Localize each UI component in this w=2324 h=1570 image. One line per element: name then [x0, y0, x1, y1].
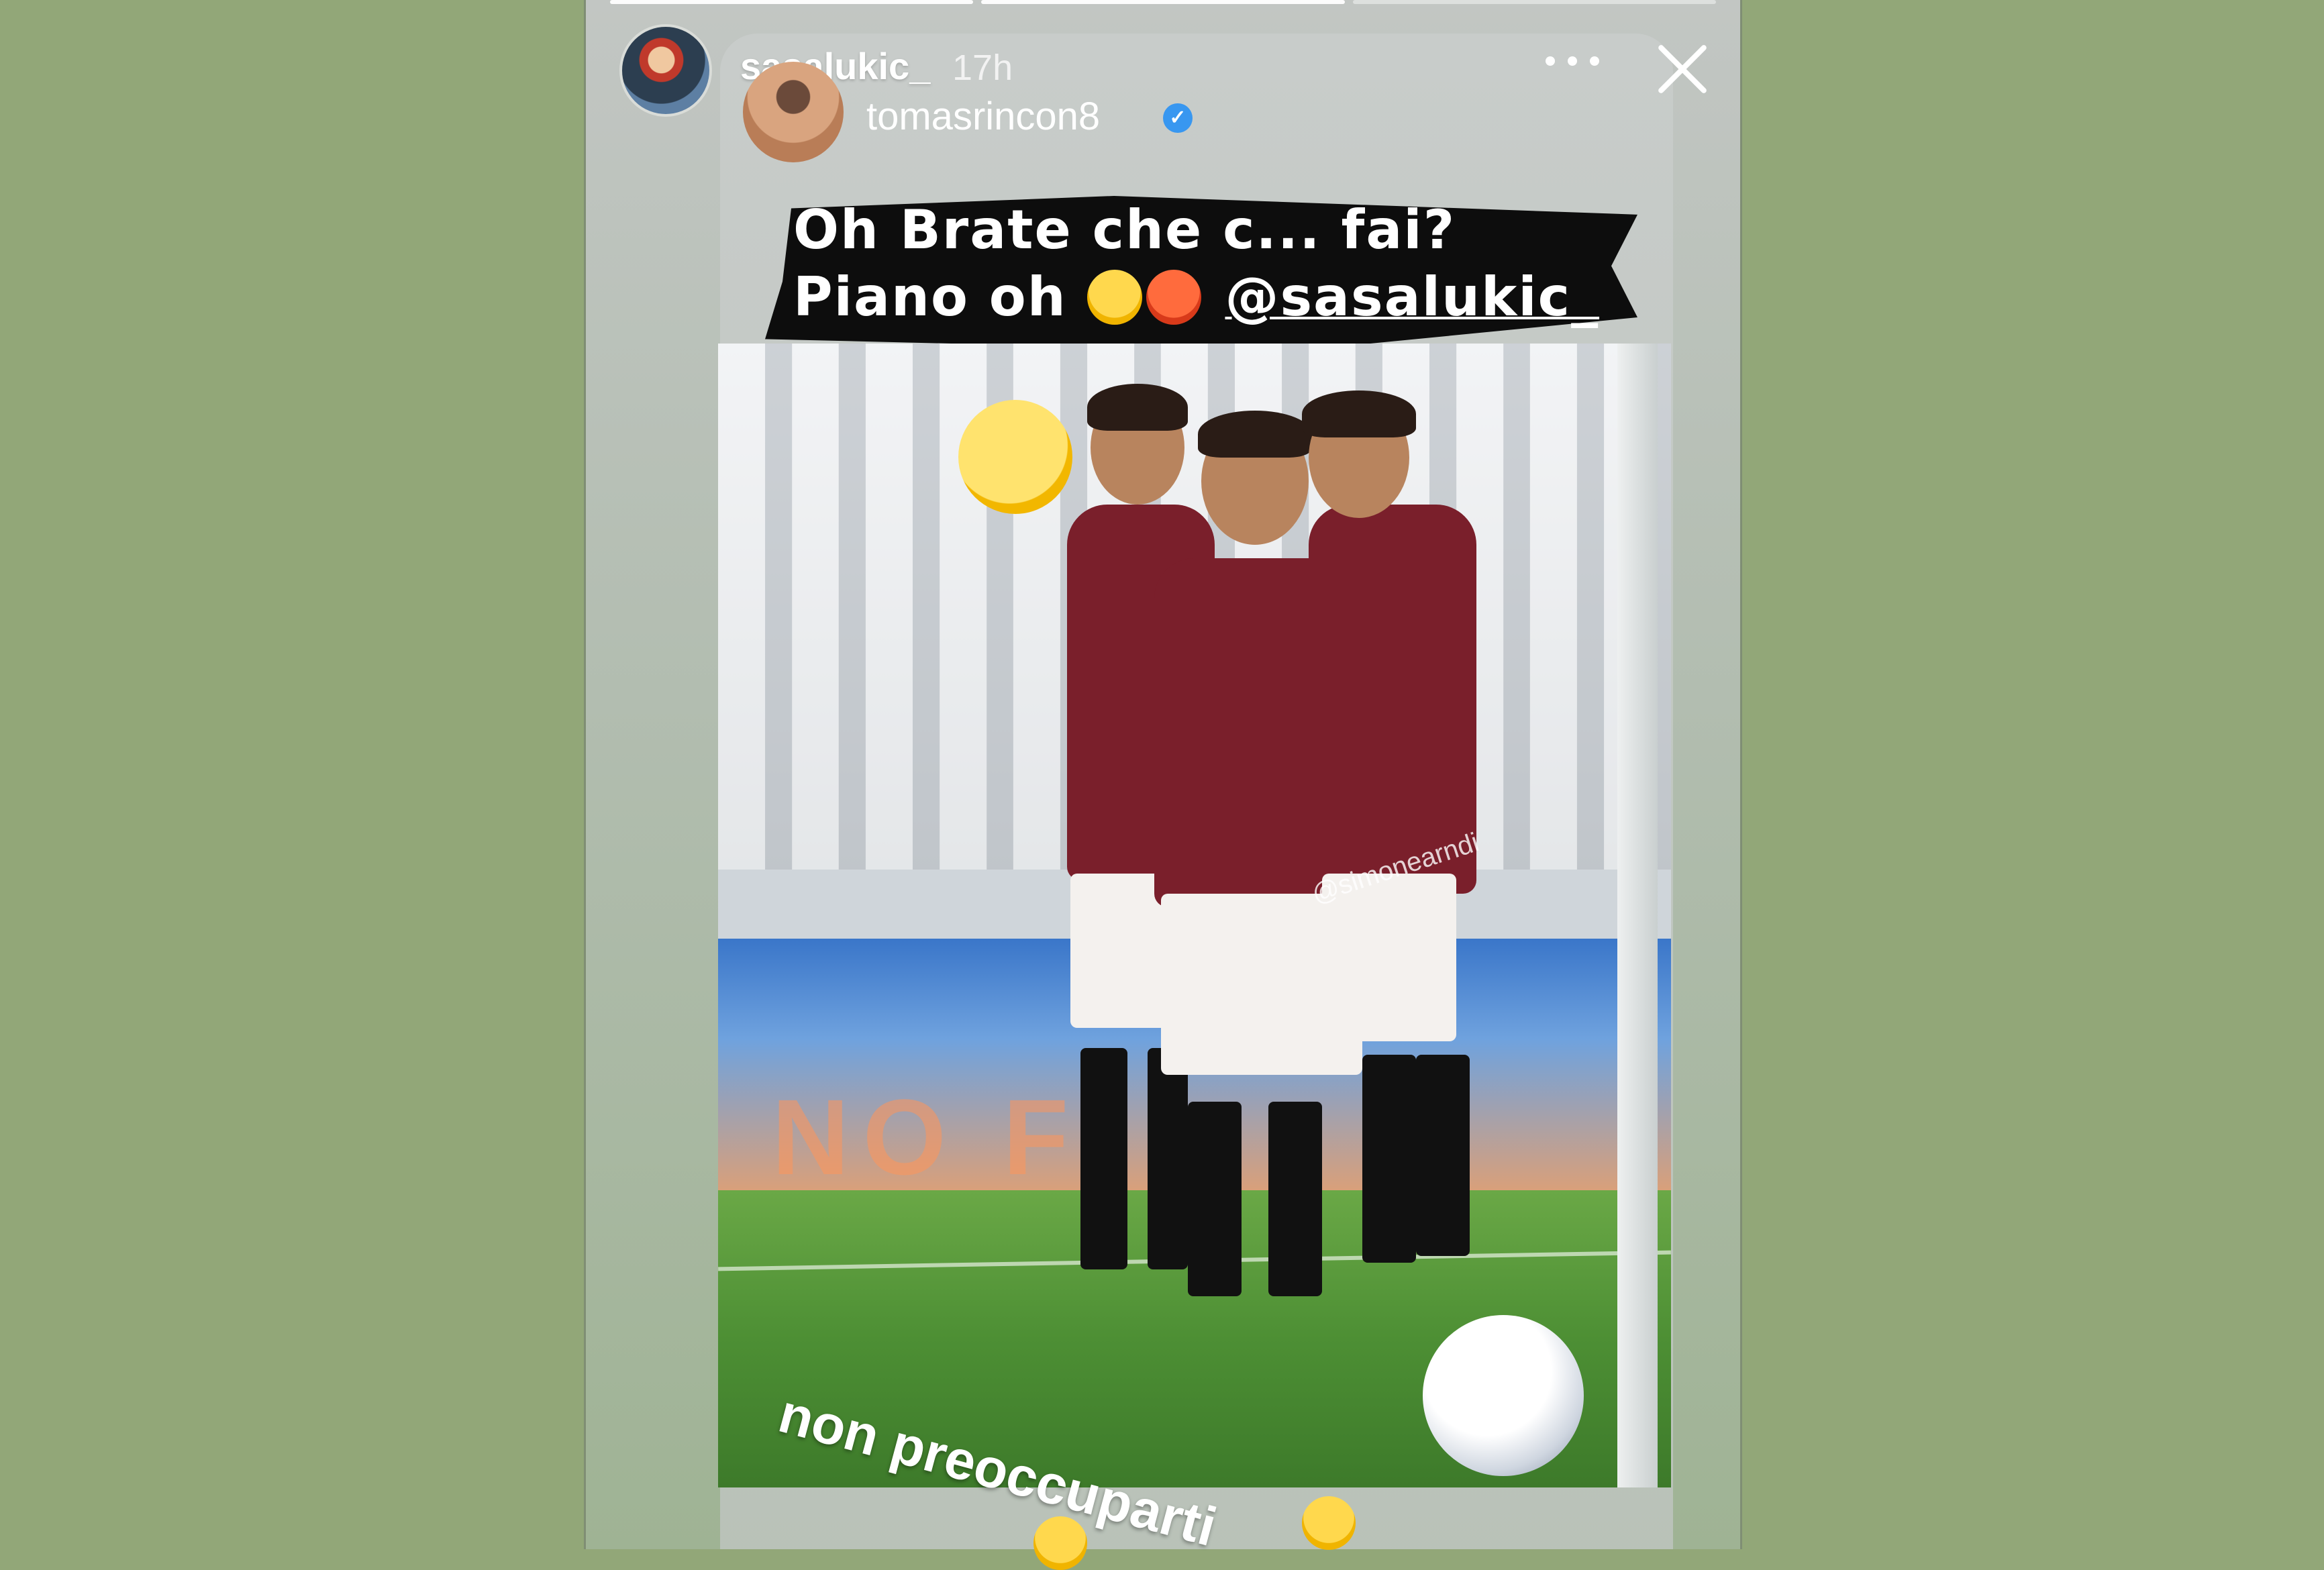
sweat-smile-emoji-icon: [1033, 1516, 1087, 1570]
story-photo: NO F @simonearndi: [718, 344, 1671, 1487]
verified-badge-icon: ✓: [1163, 103, 1193, 133]
caption-line-2-text: Piano oh: [793, 266, 1067, 328]
goalpost: [1617, 344, 1658, 1487]
caption-line-1: Oh Brate che c... fai?: [793, 199, 1456, 261]
ad-board-text: NO F: [772, 1077, 1082, 1198]
reposted-username[interactable]: tomasrincon8: [866, 94, 1100, 139]
caption-line-2: Piano oh @sasalukic_: [793, 266, 1599, 328]
avatar[interactable]: [619, 24, 712, 117]
soccer-ball: [1423, 1315, 1584, 1476]
progress-segment: [981, 0, 1345, 4]
progress-segment: [610, 0, 974, 4]
progress-segment: [1352, 0, 1716, 4]
thinking-emoji-icon: [958, 400, 1072, 514]
caption-mention-link[interactable]: @sasalukic_: [1225, 266, 1599, 328]
close-icon[interactable]: [1653, 39, 1713, 99]
story-timestamp: 17h: [952, 48, 1013, 88]
angry-emoji-icon: [1146, 270, 1201, 325]
sweat-smile-emoji-icon: [1302, 1496, 1356, 1550]
story-progress-bar: [610, 0, 1716, 4]
reposted-user-avatar[interactable]: [743, 62, 844, 162]
more-icon[interactable]: [1546, 56, 1599, 70]
sweat-smile-emoji-icon: [1087, 270, 1142, 325]
